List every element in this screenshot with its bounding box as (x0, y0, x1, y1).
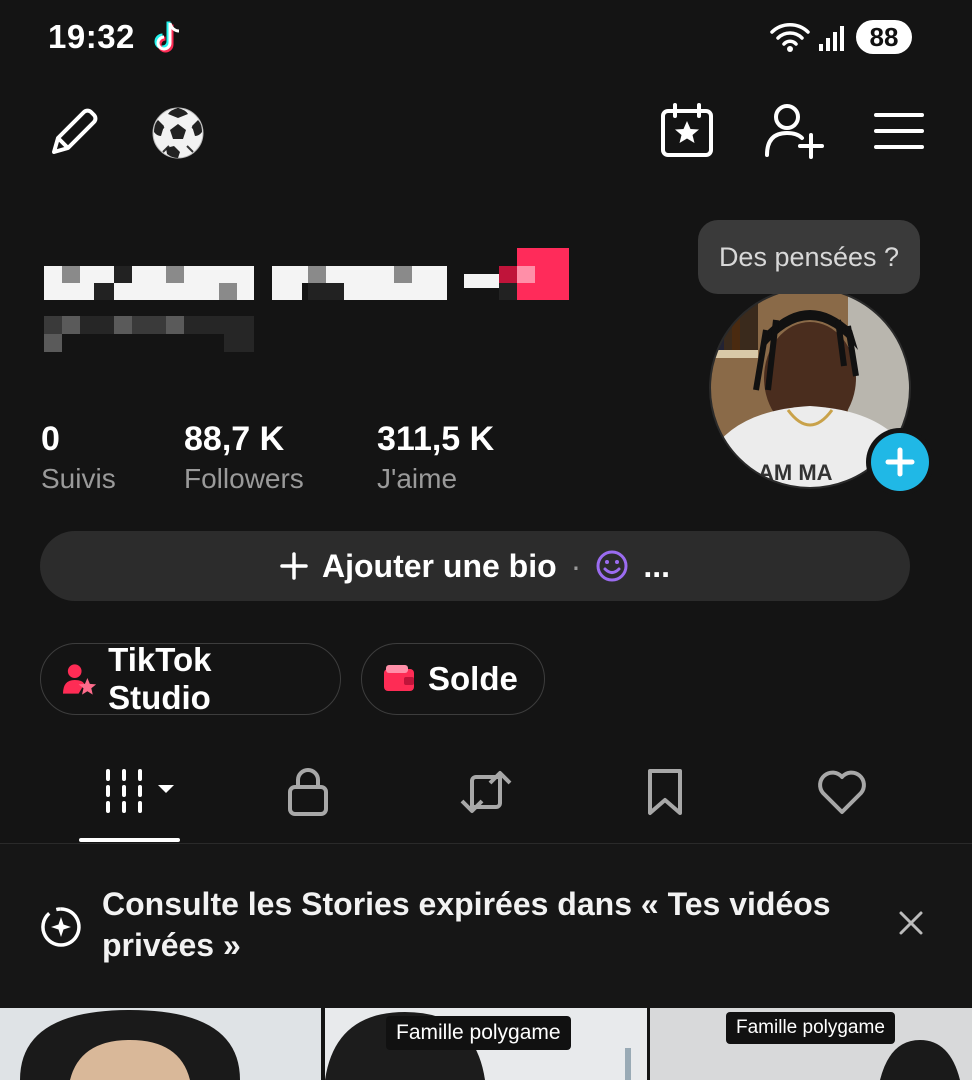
wifi-icon (768, 22, 812, 54)
tiktok-studio-label: TikTok Studio (108, 641, 212, 716)
tab-liked[interactable] (812, 762, 872, 822)
creator-studio-icon (63, 664, 97, 695)
video-thumbnail[interactable]: Famille polygame (650, 1008, 972, 1080)
story-sparkle-icon (40, 906, 82, 948)
stat-following[interactable]: 0 Suivis (41, 420, 116, 495)
active-tab-indicator (79, 838, 180, 842)
signal-icon (818, 24, 846, 52)
video-thumbnail[interactable]: Famille polygame (325, 1008, 647, 1080)
add-bio-button[interactable]: Ajouter une bio · ... (40, 531, 910, 601)
svg-text:AM MA: AM MA (758, 460, 833, 485)
handle-redacted (44, 316, 254, 354)
tab-videos[interactable] (100, 762, 180, 822)
stat-value: 0 (41, 420, 60, 458)
username-redacted (44, 248, 570, 300)
balance-label: Solde (428, 660, 518, 697)
hamburger-menu-icon (874, 113, 924, 149)
plus-icon (871, 433, 929, 491)
add-friend-button[interactable] (760, 100, 826, 162)
stat-label: Followers (184, 463, 304, 494)
tiktok-logo-icon (152, 20, 186, 56)
stat-likes[interactable]: 311,5 K J'aime (377, 420, 494, 495)
battery-indicator: 88 (856, 20, 912, 54)
separator-dot: · (570, 547, 582, 584)
close-banner-button[interactable] (894, 906, 928, 940)
add-story-button[interactable] (866, 428, 934, 496)
tab-reposts[interactable] (456, 762, 516, 822)
smiley-icon (596, 550, 628, 582)
balance-button[interactable]: Solde (361, 643, 545, 715)
tab-private[interactable] (278, 762, 338, 822)
expired-stories-text: Consulte les Stories expirées dans « Tes… (102, 886, 831, 963)
pencil-icon (52, 108, 98, 154)
calendar-star-icon (661, 103, 713, 157)
stat-value: 88,7 K (184, 420, 285, 458)
stat-label: Suivis (41, 463, 116, 494)
menu-button[interactable] (870, 108, 928, 154)
wallet-icon (384, 665, 414, 691)
calendar-star-button[interactable] (656, 102, 718, 160)
close-icon (899, 911, 923, 935)
bookmark-icon (648, 769, 682, 815)
lock-icon (288, 768, 328, 816)
stat-value: 311,5 K (377, 420, 495, 458)
stat-followers[interactable]: 88,7 K Followers (184, 420, 304, 495)
add-user-icon (765, 104, 824, 159)
repost-icon (460, 771, 512, 813)
soccer-ball-button[interactable] (148, 104, 208, 162)
more-ellipsis: ... (643, 547, 670, 584)
status-time: 19:32 (48, 18, 135, 55)
video-caption-tag: Famille polygame (726, 1012, 895, 1044)
grid-filter-icon (106, 769, 174, 813)
video-caption-tag: Famille polygame (386, 1016, 571, 1050)
edit-profile-button[interactable] (42, 104, 104, 162)
stat-label: J'aime (377, 463, 458, 494)
tiktok-studio-button[interactable]: TikTok Studio (40, 641, 341, 716)
thoughts-tooltip[interactable]: Des pensées ? (698, 220, 920, 294)
video-thumbnail[interactable] (0, 1008, 321, 1080)
tab-favorites[interactable] (635, 762, 695, 822)
soccer-ball-icon (152, 107, 204, 159)
heart-icon (818, 770, 866, 814)
plus-icon (280, 552, 308, 580)
add-bio-label: Ajouter une bio (322, 547, 557, 584)
